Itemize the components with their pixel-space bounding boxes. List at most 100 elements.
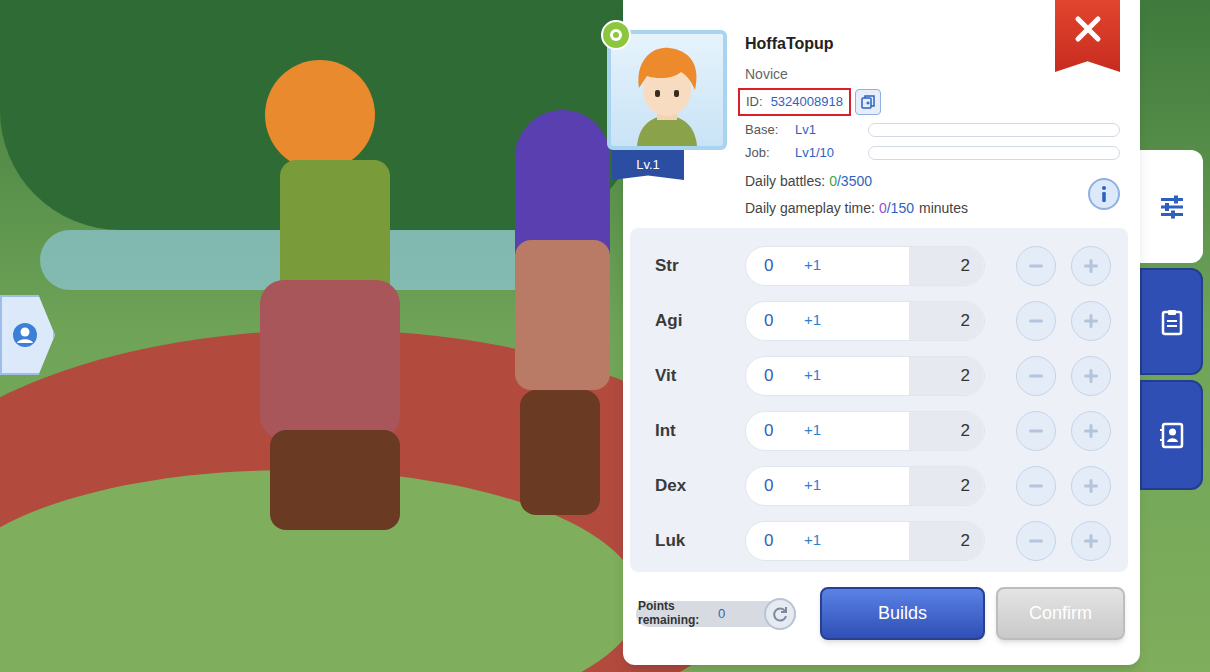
stat-value: 0	[746, 308, 804, 334]
side-tab[interactable]	[1140, 380, 1203, 490]
sliders-icon	[1157, 192, 1187, 222]
clipboard-icon	[1157, 307, 1187, 337]
stat-field: 0+12	[745, 301, 985, 341]
daily-value: 0	[829, 171, 837, 192]
side-tab[interactable]	[1140, 268, 1203, 375]
stat-total: 2	[961, 308, 970, 334]
minus-icon	[1026, 421, 1046, 441]
stat-total: 2	[961, 528, 970, 554]
button-label: Confirm	[1029, 600, 1092, 627]
plus-icon	[1081, 476, 1101, 496]
info-button[interactable]	[1088, 178, 1120, 210]
stat-value: 0	[746, 363, 804, 389]
stat-bonus: +1	[804, 254, 821, 277]
level-ribbon: Lv.1	[612, 150, 684, 180]
stat-total: 2	[961, 253, 970, 279]
stat-field: 0+12	[745, 521, 985, 561]
increase-button[interactable]	[1071, 301, 1111, 341]
plus-icon	[1081, 366, 1101, 386]
stat-bonus: +1	[804, 529, 821, 552]
stats-panel: Str0+12Agi0+12Vit0+12Int0+12Dex0+12Luk0+…	[630, 228, 1128, 572]
stat-name: Str	[630, 253, 745, 279]
points-label: Points remaining:	[638, 600, 716, 628]
character-portrait-icon	[619, 40, 715, 146]
reset-button[interactable]	[764, 598, 796, 630]
minus-icon	[1026, 256, 1046, 276]
close-button[interactable]	[1055, 0, 1120, 72]
stat-name: Luk	[630, 528, 745, 554]
minus-icon	[1026, 366, 1046, 386]
stat-total: 2	[961, 473, 970, 499]
base-level: Lv1	[795, 120, 868, 140]
increase-button[interactable]	[1071, 246, 1111, 286]
decrease-button[interactable]	[1016, 411, 1056, 451]
increase-button[interactable]	[1071, 356, 1111, 396]
increase-button[interactable]	[1071, 466, 1111, 506]
daily-total: /3500	[837, 171, 872, 192]
points-remaining: Points remaining:0	[636, 601, 796, 627]
stat-row: Int0+12	[630, 403, 1128, 458]
stat-row: Vit0+1 2	[630, 348, 1128, 403]
character-legs	[260, 280, 400, 440]
stat-total-box: 2	[909, 522, 984, 560]
contacts-icon	[1157, 420, 1187, 450]
increase-button[interactable]	[1071, 411, 1111, 451]
person-icon	[12, 322, 38, 348]
job-label: Job:	[745, 143, 795, 163]
player-name: HoffaTopup	[745, 32, 834, 56]
plus-icon	[1081, 256, 1101, 276]
stat-row: Luk0+12	[630, 513, 1128, 568]
stat-total-box: 2	[909, 247, 984, 285]
points-value: 0	[718, 604, 725, 624]
base-label: Base:	[745, 120, 795, 140]
decrease-button[interactable]	[1016, 301, 1056, 341]
button-label: Builds	[878, 600, 927, 627]
stat-field: 0+12	[745, 411, 985, 451]
stat-name: Int	[630, 418, 745, 444]
info-icon	[1097, 185, 1111, 203]
side-tab[interactable]	[1140, 150, 1203, 263]
stat-name: Dex	[630, 473, 745, 499]
increase-button[interactable]	[1071, 521, 1111, 561]
stat-total-box: 2	[909, 302, 984, 340]
player-id: 5324008918	[771, 92, 843, 112]
level-badge: Lv.1	[636, 155, 660, 175]
stat-row: Str0+12	[630, 238, 1128, 293]
job-level: Lv1/10	[795, 143, 868, 163]
stat-field: 0+1 2	[745, 356, 985, 396]
character-boots	[270, 430, 400, 530]
character-boots	[520, 390, 600, 515]
stat-bonus: +1	[804, 364, 821, 387]
builds-button[interactable]: Builds	[820, 587, 985, 640]
plus-icon	[1081, 421, 1101, 441]
daily-row: Daily gameplay time:0/150minutes	[745, 197, 1120, 219]
minus-icon	[1026, 311, 1046, 331]
id-box: ID:5324008918	[738, 88, 851, 116]
refresh-icon	[771, 605, 789, 623]
plus-icon	[1081, 311, 1101, 331]
minus-icon	[1026, 476, 1046, 496]
confirm-button[interactable]: Confirm	[996, 587, 1125, 640]
decrease-button[interactable]	[1016, 356, 1056, 396]
badge-icon	[601, 20, 631, 50]
stat-total-box: 2	[909, 357, 984, 395]
stat-row: Dex0+12	[630, 458, 1128, 513]
exp-bar	[868, 123, 1120, 137]
stat-name: Agi	[630, 308, 745, 334]
stat-name: Vit	[630, 363, 745, 389]
stat-total-box: 2	[909, 467, 984, 505]
daily-label: Daily battles:	[745, 171, 825, 192]
daily-label: Daily gameplay time:	[745, 198, 875, 219]
plus-icon	[1081, 531, 1101, 551]
stat-total-box: 2	[909, 412, 984, 450]
decrease-button[interactable]	[1016, 466, 1056, 506]
decrease-button[interactable]	[1016, 246, 1056, 286]
decrease-button[interactable]	[1016, 521, 1056, 561]
character-hair	[265, 60, 375, 170]
stat-value: 0	[746, 418, 804, 444]
daily-total: /150	[887, 198, 914, 219]
daily-value: 0	[879, 198, 887, 219]
copy-button[interactable]	[855, 89, 881, 115]
portrait	[607, 30, 727, 150]
character-body	[515, 240, 610, 390]
